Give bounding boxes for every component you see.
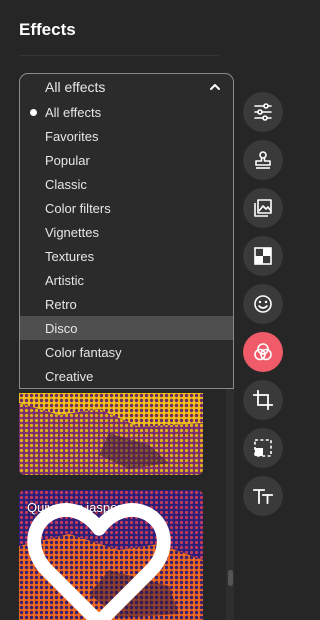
checker-icon [254,247,272,265]
effect-card[interactable] [19,393,203,475]
adjustments-tool-button[interactable] [243,92,283,132]
category-option-color-filters[interactable]: Color filters [20,196,233,220]
effect-thumbnail [19,393,203,475]
effects-tool-button[interactable] [243,332,283,372]
stickers-tool-button[interactable] [243,284,283,324]
category-options-list: All effects Favorites Popular Classic Co… [19,100,234,389]
category-option-color-fantasy[interactable]: Color fantasy [20,340,233,364]
stamp-icon [255,151,271,169]
patterns-tool-button[interactable] [243,236,283,276]
panel-title: Effects [19,20,76,39]
image-tool-button[interactable] [243,188,283,228]
text-tool-button[interactable] [243,476,283,516]
category-option-artistic[interactable]: Artistic [20,268,233,292]
smiley-icon [254,295,272,313]
sliders-icon [254,103,272,121]
effect-card[interactable]: Quivering jasper [19,490,203,620]
title-divider [19,55,219,56]
selected-category: All effects [45,79,106,95]
category-option-popular[interactable]: Popular [20,148,233,172]
text-icon [253,489,273,504]
heart-icon[interactable] [19,501,191,620]
category-option-favorites[interactable]: Favorites [20,124,233,148]
effects-category-select[interactable]: All effects [19,73,234,101]
scrollbar-thumb[interactable] [228,570,233,586]
category-option-all-effects[interactable]: All effects [20,100,233,124]
effects-panel: Effects Quivering jasper All effects All… [0,0,236,620]
category-option-vignettes[interactable]: Vignettes [20,220,233,244]
crop-icon [253,390,273,410]
color-circles-icon [254,343,272,361]
crop-tool-button[interactable] [243,380,283,420]
resize-icon [254,439,272,457]
category-option-creative[interactable]: Creative [20,364,233,388]
category-option-classic[interactable]: Classic [20,172,233,196]
image-icon [254,199,272,217]
resize-tool-button[interactable] [243,428,283,468]
category-option-retro[interactable]: Retro [20,292,233,316]
category-option-disco[interactable]: Disco [20,316,233,340]
stamp-tool-button[interactable] [243,140,283,180]
category-option-textures[interactable]: Textures [20,244,233,268]
selected-bullet-icon [30,109,37,116]
chevron-up-icon [210,84,220,90]
